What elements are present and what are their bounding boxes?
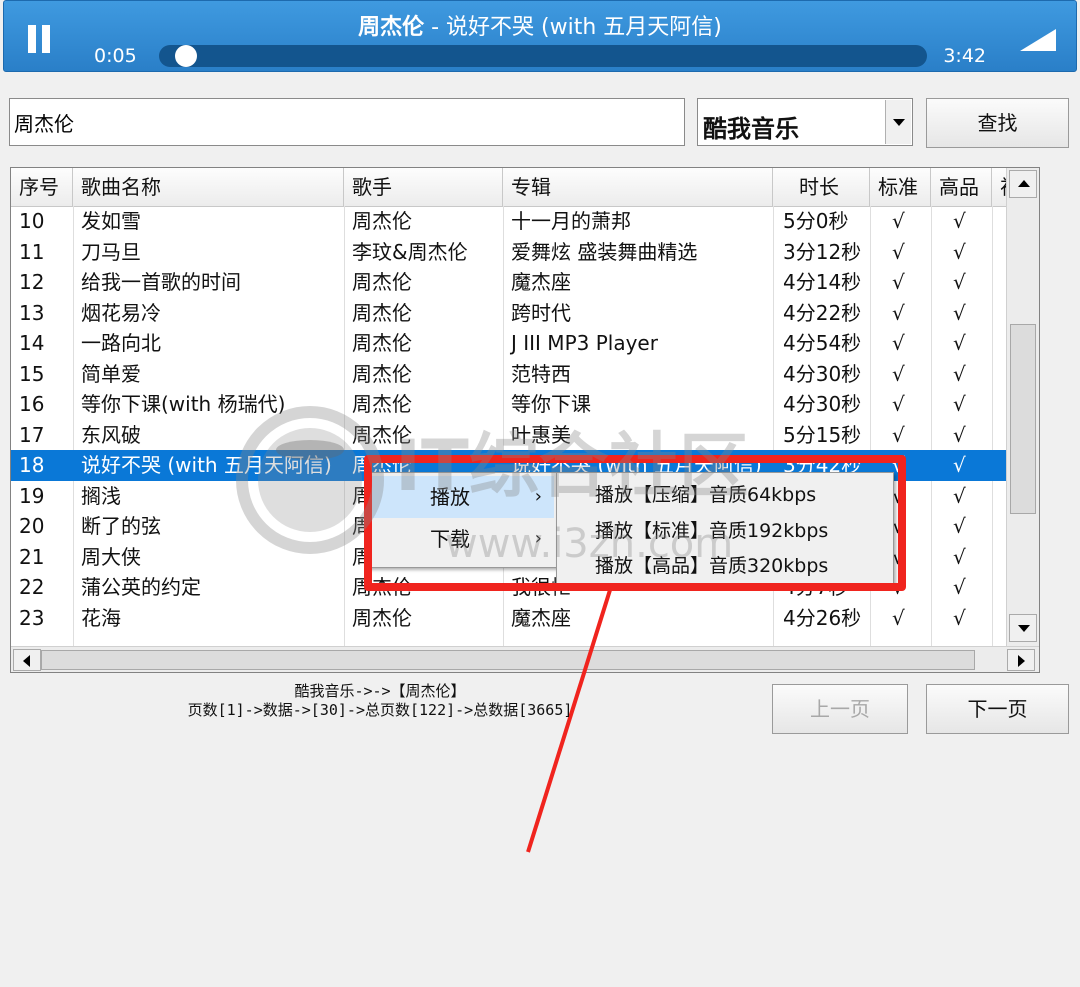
prev-page-button[interactable]: 上一页	[772, 684, 908, 734]
next-page-button[interactable]: 下一页	[926, 684, 1069, 734]
annotation-arrow	[526, 589, 612, 853]
status-line-source: 酷我音乐->->【周杰伦】	[294, 682, 466, 700]
status-line-paging: 页数[1]->数据->[30]->总页数[122]->总数据[3665]	[187, 701, 573, 719]
status-text: 酷我音乐->->【周杰伦】 页数[1]->数据->[30]->总页数[122]-…	[120, 682, 640, 720]
